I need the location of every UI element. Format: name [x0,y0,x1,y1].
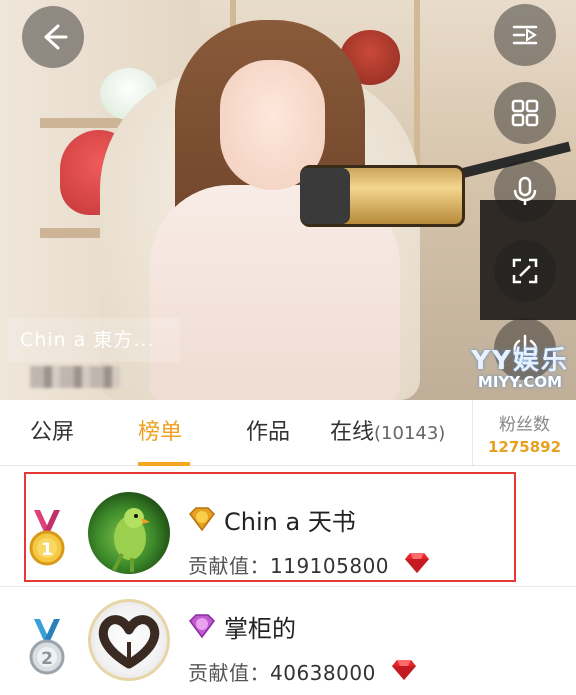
tab-ranking[interactable]: 榜单 [138,400,182,466]
video-title-overlay: Chin a 東方... [8,318,180,362]
online-count: (10143) [374,423,446,444]
contribution-value: 40638000 [270,661,376,685]
playlist-icon [512,25,538,45]
user-name: 掌柜的 [224,615,296,643]
fullscreen-button[interactable] [494,240,556,302]
back-button[interactable] [22,6,84,68]
playlist-button[interactable] [494,4,556,66]
tab-online[interactable]: 在线(10143) [330,400,445,466]
tab-public-screen[interactable]: 公屏 [30,400,74,466]
microphone-icon [513,176,537,205]
fans-label: 粉丝数 [499,415,550,435]
yy-watermark: YY娱乐 MIYY.COM [468,340,572,391]
silver-medal-icon: 2 [29,619,65,675]
active-tab-indicator [138,462,190,466]
blurred-info [30,366,120,388]
grid-icon [511,99,539,127]
ranking-row-2[interactable]: 2 掌柜的 贡献值：40638000 [0,587,576,695]
medal-rank: 2 [41,649,53,669]
layout-button[interactable] [494,82,556,144]
tab-online-label: 在线 [330,420,375,445]
contribution-label: 贡献值： [188,661,270,685]
ruby-gem-icon [392,660,416,680]
watermark-logo: YY娱乐 [471,346,569,376]
user-level-badge-icon [189,614,215,639]
contribution-line: 贡献值：40638000 [188,657,376,686]
fans-count-box[interactable]: 粉丝数 1275892 [472,400,576,466]
fans-value: 1275892 [487,438,562,456]
back-arrow-icon [44,24,68,50]
heart-hands-avatar-image [98,615,160,669]
avatar[interactable] [88,599,170,681]
tab-works[interactable]: 作品 [246,400,290,466]
microphone-cap [300,168,350,224]
live-video-player[interactable]: Chin a 東方... YY娱乐 MIYY.COM [0,0,576,400]
watermark-url: MIYY.COM [477,373,563,391]
highlight-box [24,472,516,582]
microphone-button[interactable] [494,160,556,222]
fullscreen-icon [512,258,538,284]
